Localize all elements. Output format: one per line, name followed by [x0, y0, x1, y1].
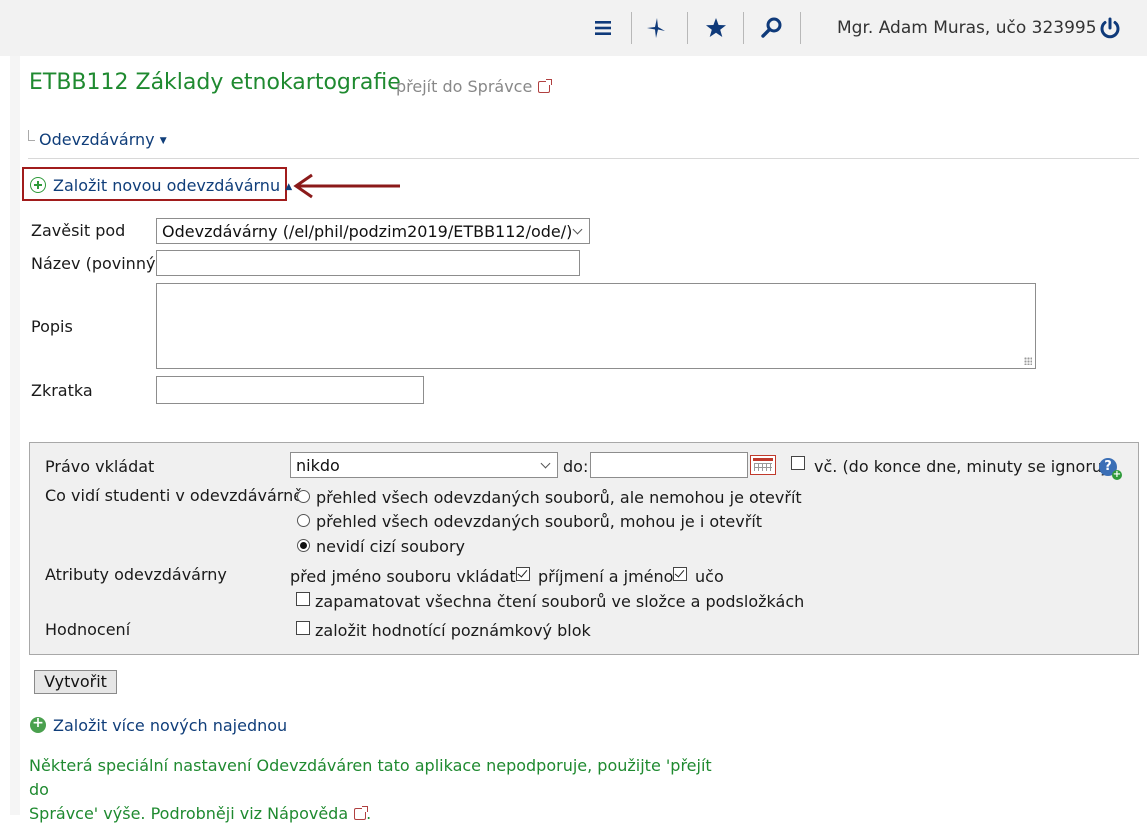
arrow-annotation-icon — [293, 173, 400, 199]
divider — [28, 158, 1139, 159]
name-input[interactable] — [156, 250, 580, 276]
attributes-prefix: před jméno souboru vkládat — [290, 567, 516, 586]
attributes-label: Atributy odevzdávárny — [45, 565, 227, 584]
info-note-line-1: Některá speciální nastavení Odevzdáváren… — [29, 756, 712, 799]
external-link-icon[interactable] — [354, 806, 369, 820]
create-dropbox-link[interactable]: Založit novou odevzdávárnu ▲ — [53, 176, 292, 195]
page-title: ETBB112 Základy etnokartografie — [29, 70, 401, 95]
name-label: Název (povinný) — [31, 254, 162, 273]
top-bar: Mgr. Adam Muras, učo 323995 — [0, 0, 1147, 56]
calendar-icon[interactable] — [750, 455, 776, 475]
shortcut-label: Zkratka — [31, 381, 93, 400]
breadcrumb-corner — [28, 130, 35, 141]
breadcrumb[interactable]: Odevzdávárny ▼ — [39, 130, 167, 149]
plus-circle-icon[interactable] — [30, 177, 46, 193]
content-area: ETBB112 Základy etnokartografie přejít d… — [10, 56, 1147, 823]
remember-reads-label: zapamatovat všechna čtení souborů ve slo… — [315, 592, 805, 611]
parent-select[interactable]: Odevzdávárny (/el/phil/podzim2019/ETBB11… — [156, 218, 590, 244]
uco-label: učo — [695, 567, 724, 586]
students-view-radio-3[interactable] — [297, 539, 310, 552]
toolbar-separator — [800, 12, 801, 44]
parent-select-value: Odevzdávárny (/el/phil/podzim2019/ETBB11… — [162, 221, 573, 241]
students-view-option-1: přehled všech odevzdaných souborů, ale n… — [316, 488, 802, 507]
breadcrumb-label[interactable]: Odevzdávárny — [39, 130, 155, 149]
students-view-radio-1[interactable] — [297, 490, 310, 503]
chevron-down-icon — [572, 224, 583, 235]
inclusive-label: vč. (do konce dne, minuty se ignorují) — [814, 457, 1118, 476]
shortcut-input[interactable] — [156, 376, 424, 404]
description-label: Popis — [31, 317, 73, 336]
chevron-down-icon — [540, 458, 551, 469]
external-link-icon — [538, 79, 553, 93]
grading-label: Hodnocení — [45, 620, 131, 639]
admin-link[interactable]: přejít do Správce — [396, 77, 553, 96]
uco-checkbox[interactable] — [673, 567, 687, 581]
surname-name-checkbox[interactable] — [516, 567, 530, 581]
info-note-line-2: Správce' výše. Podrobněji viz Nápověda — [29, 804, 349, 823]
insert-right-select[interactable]: nikdo — [290, 452, 558, 478]
info-note: Některá speciální nastavení Odevzdáváren… — [29, 754, 719, 826]
pin-icon[interactable] — [645, 16, 669, 40]
toolbar-separator — [743, 12, 744, 44]
power-icon[interactable] — [1098, 16, 1122, 40]
menu-icon[interactable] — [592, 16, 616, 40]
inclusive-checkbox[interactable] — [791, 456, 805, 470]
toolbar-separator — [631, 12, 632, 44]
until-label: do: — [563, 457, 589, 476]
remember-reads-checkbox[interactable] — [296, 592, 310, 606]
insert-right-label: Právo vkládat — [45, 457, 155, 476]
students-view-label: Co vidí studenti v odevzdávárně — [45, 486, 304, 505]
add-multiple-icon[interactable] — [30, 715, 46, 733]
until-date-input[interactable] — [590, 452, 748, 478]
students-view-radio-2[interactable] — [297, 514, 310, 527]
students-view-option-3: nevidí cizí soubory — [316, 537, 466, 556]
grading-option-label: založit hodnotící poznámkový blok — [315, 621, 591, 640]
main-page: ETBB112 Základy etnokartografie přejít d… — [20, 56, 1147, 823]
students-view-option-2: přehled všech odevzdaných souborů, mohou… — [316, 512, 763, 531]
search-icon[interactable] — [760, 16, 784, 40]
insert-right-value: nikdo — [296, 455, 340, 475]
resize-handle-icon[interactable] — [1024, 357, 1032, 365]
toolbar-separator — [687, 12, 688, 44]
grading-checkbox[interactable] — [296, 621, 310, 635]
admin-link-label[interactable]: přejít do Správce — [396, 77, 532, 96]
create-dropbox-label[interactable]: Založit novou odevzdávárnu — [53, 176, 280, 195]
parent-label: Zavěsit pod — [31, 221, 126, 240]
user-name: Mgr. Adam Muras, učo 323995 — [837, 18, 1097, 38]
create-button[interactable]: Vytvořit — [34, 670, 117, 694]
star-icon[interactable] — [704, 16, 728, 40]
help-icon[interactable]: ? — [1099, 458, 1122, 480]
create-multiple-link[interactable]: Založit více nových najednou — [53, 716, 287, 735]
settings-panel: Právo vkládat nikdo do: vč. (do konce dn… — [29, 442, 1139, 655]
caret-down-icon: ▼ — [159, 136, 167, 146]
description-textarea[interactable] — [156, 283, 1036, 369]
surname-name-label: příjmení a jméno — [538, 567, 674, 586]
